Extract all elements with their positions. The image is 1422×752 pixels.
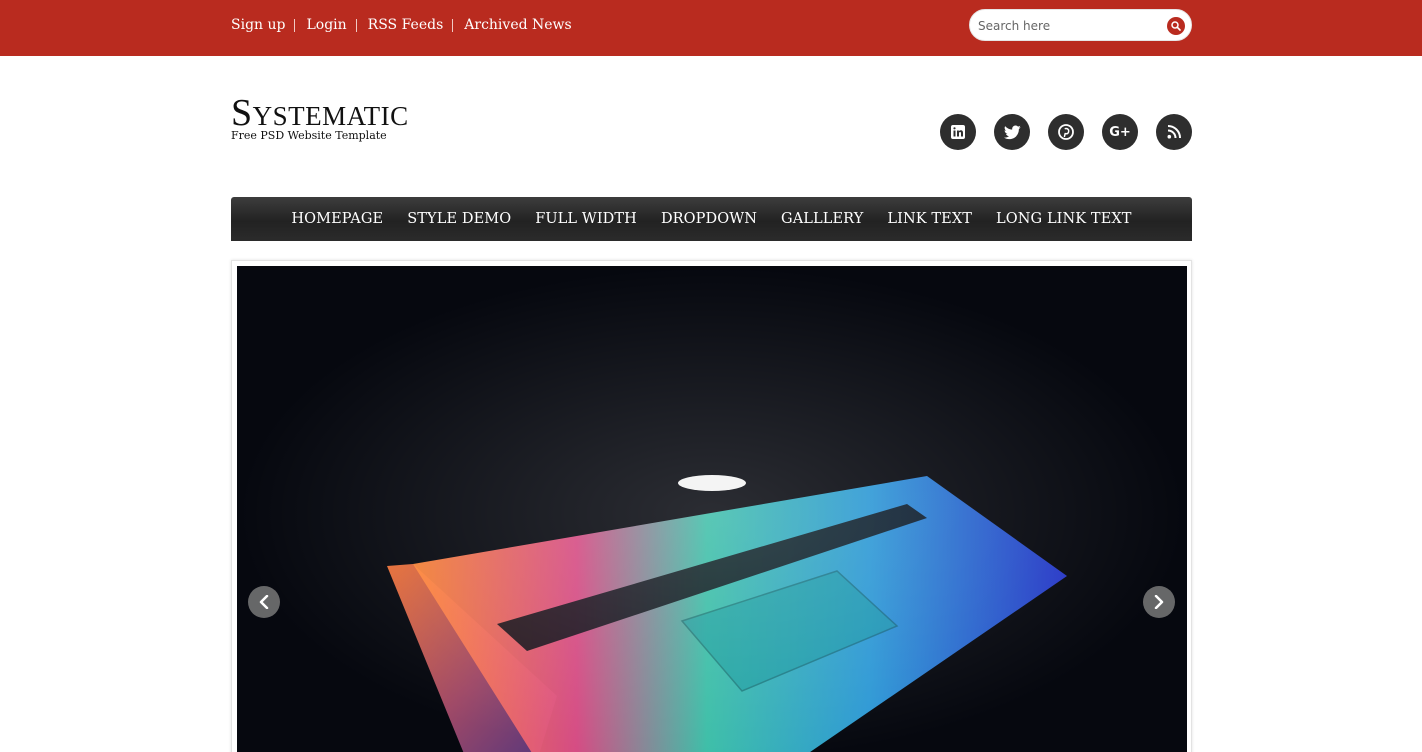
nav-item-gallery[interactable]: GALLLERY xyxy=(781,211,863,227)
rss-feeds-link[interactable]: RSS Feeds xyxy=(368,17,444,33)
image-slider xyxy=(231,260,1192,752)
search-button[interactable] xyxy=(1167,17,1185,35)
social-icons: G+ xyxy=(940,114,1192,150)
divider xyxy=(355,18,357,32)
linkedin-icon[interactable] xyxy=(940,114,976,150)
rss-icon[interactable] xyxy=(1156,114,1192,150)
slide-image xyxy=(237,266,1187,752)
divider xyxy=(294,18,296,32)
rss-glyph xyxy=(1167,125,1181,139)
site-title: Systematic xyxy=(231,92,409,134)
site-logo[interactable]: Systematic Free PSD Website Template xyxy=(231,92,409,142)
nav-item-homepage[interactable]: HOMEPAGE xyxy=(291,211,383,227)
google-plus-icon[interactable]: G+ xyxy=(1102,114,1138,150)
site-tagline: Free PSD Website Template xyxy=(231,129,387,142)
divider xyxy=(452,18,454,32)
google-plus-glyph: G+ xyxy=(1109,124,1131,140)
pinterest-glyph xyxy=(1058,124,1074,140)
laptop-illustration xyxy=(237,266,1187,752)
archived-news-link[interactable]: Archived News xyxy=(464,17,571,33)
chevron-right-icon xyxy=(1154,595,1164,609)
search-input[interactable] xyxy=(978,16,1158,36)
pinterest-icon[interactable] xyxy=(1048,114,1084,150)
linkedin-glyph xyxy=(951,125,965,139)
top-bar: Sign up Login RSS Feeds Archived News xyxy=(0,0,1422,56)
nav-item-style-demo[interactable]: STYLE DEMO xyxy=(407,211,511,227)
nav-item-dropdown[interactable]: DROPDOWN xyxy=(661,211,757,227)
signup-link[interactable]: Sign up xyxy=(231,17,285,33)
nav-item-full-width[interactable]: FULL WIDTH xyxy=(535,211,637,227)
slider-prev-button[interactable] xyxy=(248,586,280,618)
nav-item-link-text[interactable]: LINK TEXT xyxy=(887,211,972,227)
top-links: Sign up Login RSS Feeds Archived News xyxy=(231,17,572,33)
login-link[interactable]: Login xyxy=(306,17,346,33)
chevron-left-icon xyxy=(259,595,269,609)
slider-next-button[interactable] xyxy=(1143,586,1175,618)
twitter-glyph xyxy=(1003,124,1021,139)
nav-item-long-link-text[interactable]: LONG LINK TEXT xyxy=(996,211,1132,227)
main-nav: HOMEPAGE STYLE DEMO FULL WIDTH DROPDOWN … xyxy=(231,197,1192,241)
search-box xyxy=(969,9,1192,41)
twitter-icon[interactable] xyxy=(994,114,1030,150)
search-icon xyxy=(1171,21,1181,31)
